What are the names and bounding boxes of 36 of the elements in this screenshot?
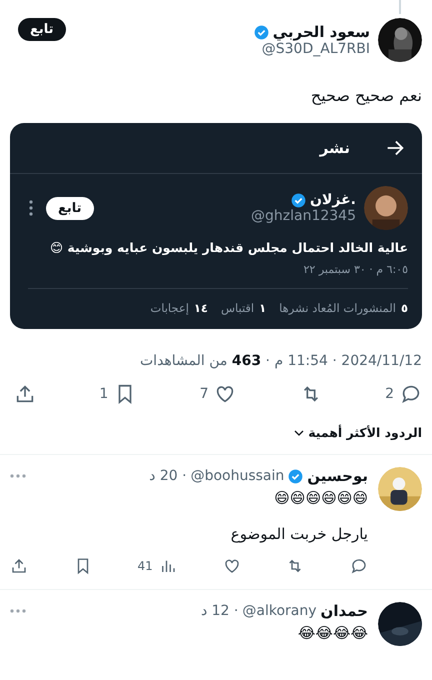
follow-button[interactable]: تابع <box>18 18 66 41</box>
share-icon <box>10 557 28 575</box>
author-name: سعود الحربي <box>272 23 370 41</box>
timestamp: ٦:٠٥ م · ٣٠ سبتمبر ٢٢ <box>28 263 408 289</box>
reply-text: 😂😂😂😂 <box>296 624 368 642</box>
reply-time: · 20 د <box>149 468 187 484</box>
reply-time: · 12 د <box>200 603 238 619</box>
stat-label: إعجابات <box>150 301 189 315</box>
follow-button[interactable]: تابع <box>46 196 94 220</box>
reply-icon <box>400 383 422 405</box>
action-count: 2 <box>385 386 394 402</box>
heart-icon <box>222 557 241 575</box>
stat-count: ١٤ <box>194 301 208 315</box>
action-count: 7 <box>200 386 208 402</box>
action-count: 1 <box>99 386 108 402</box>
stat-label: المنشورات المُعاد نشرها <box>279 301 396 315</box>
stat-count: ١ <box>259 301 266 315</box>
reply-text: 😄😄😄😄😄😄 <box>273 489 368 507</box>
card-title: نشر <box>320 139 350 157</box>
reply-handle: @boohussain <box>190 468 284 484</box>
stat-count: ٥ <box>400 301 408 315</box>
chevron-down-icon <box>294 428 304 438</box>
post-text: نعم صحيح صحيح <box>310 86 422 105</box>
author-name: .غزلان <box>310 192 356 208</box>
action-count: 41 <box>138 559 153 573</box>
stat-label: اقتباس <box>220 301 254 315</box>
quoted-text: عالية الخالد احتمال مجلس قندهار يلبسون عبايه وبوشية 😊 <box>49 240 408 255</box>
more-icon[interactable] <box>28 199 34 217</box>
author-handle: @ghzlan12345 <box>251 208 356 224</box>
reply-author-name: حمدان <box>320 602 368 620</box>
sort-dropdown[interactable]: الردود الأكثر أهمية <box>294 425 422 440</box>
author-handle: @S30D_AL7RBI <box>262 41 370 57</box>
reply-icon <box>350 557 368 575</box>
reply-handle: @alkorany <box>242 603 317 619</box>
reply-text: يارجل خربت الموضوع <box>230 525 368 543</box>
reply-author-name: بوحسين <box>307 467 368 485</box>
